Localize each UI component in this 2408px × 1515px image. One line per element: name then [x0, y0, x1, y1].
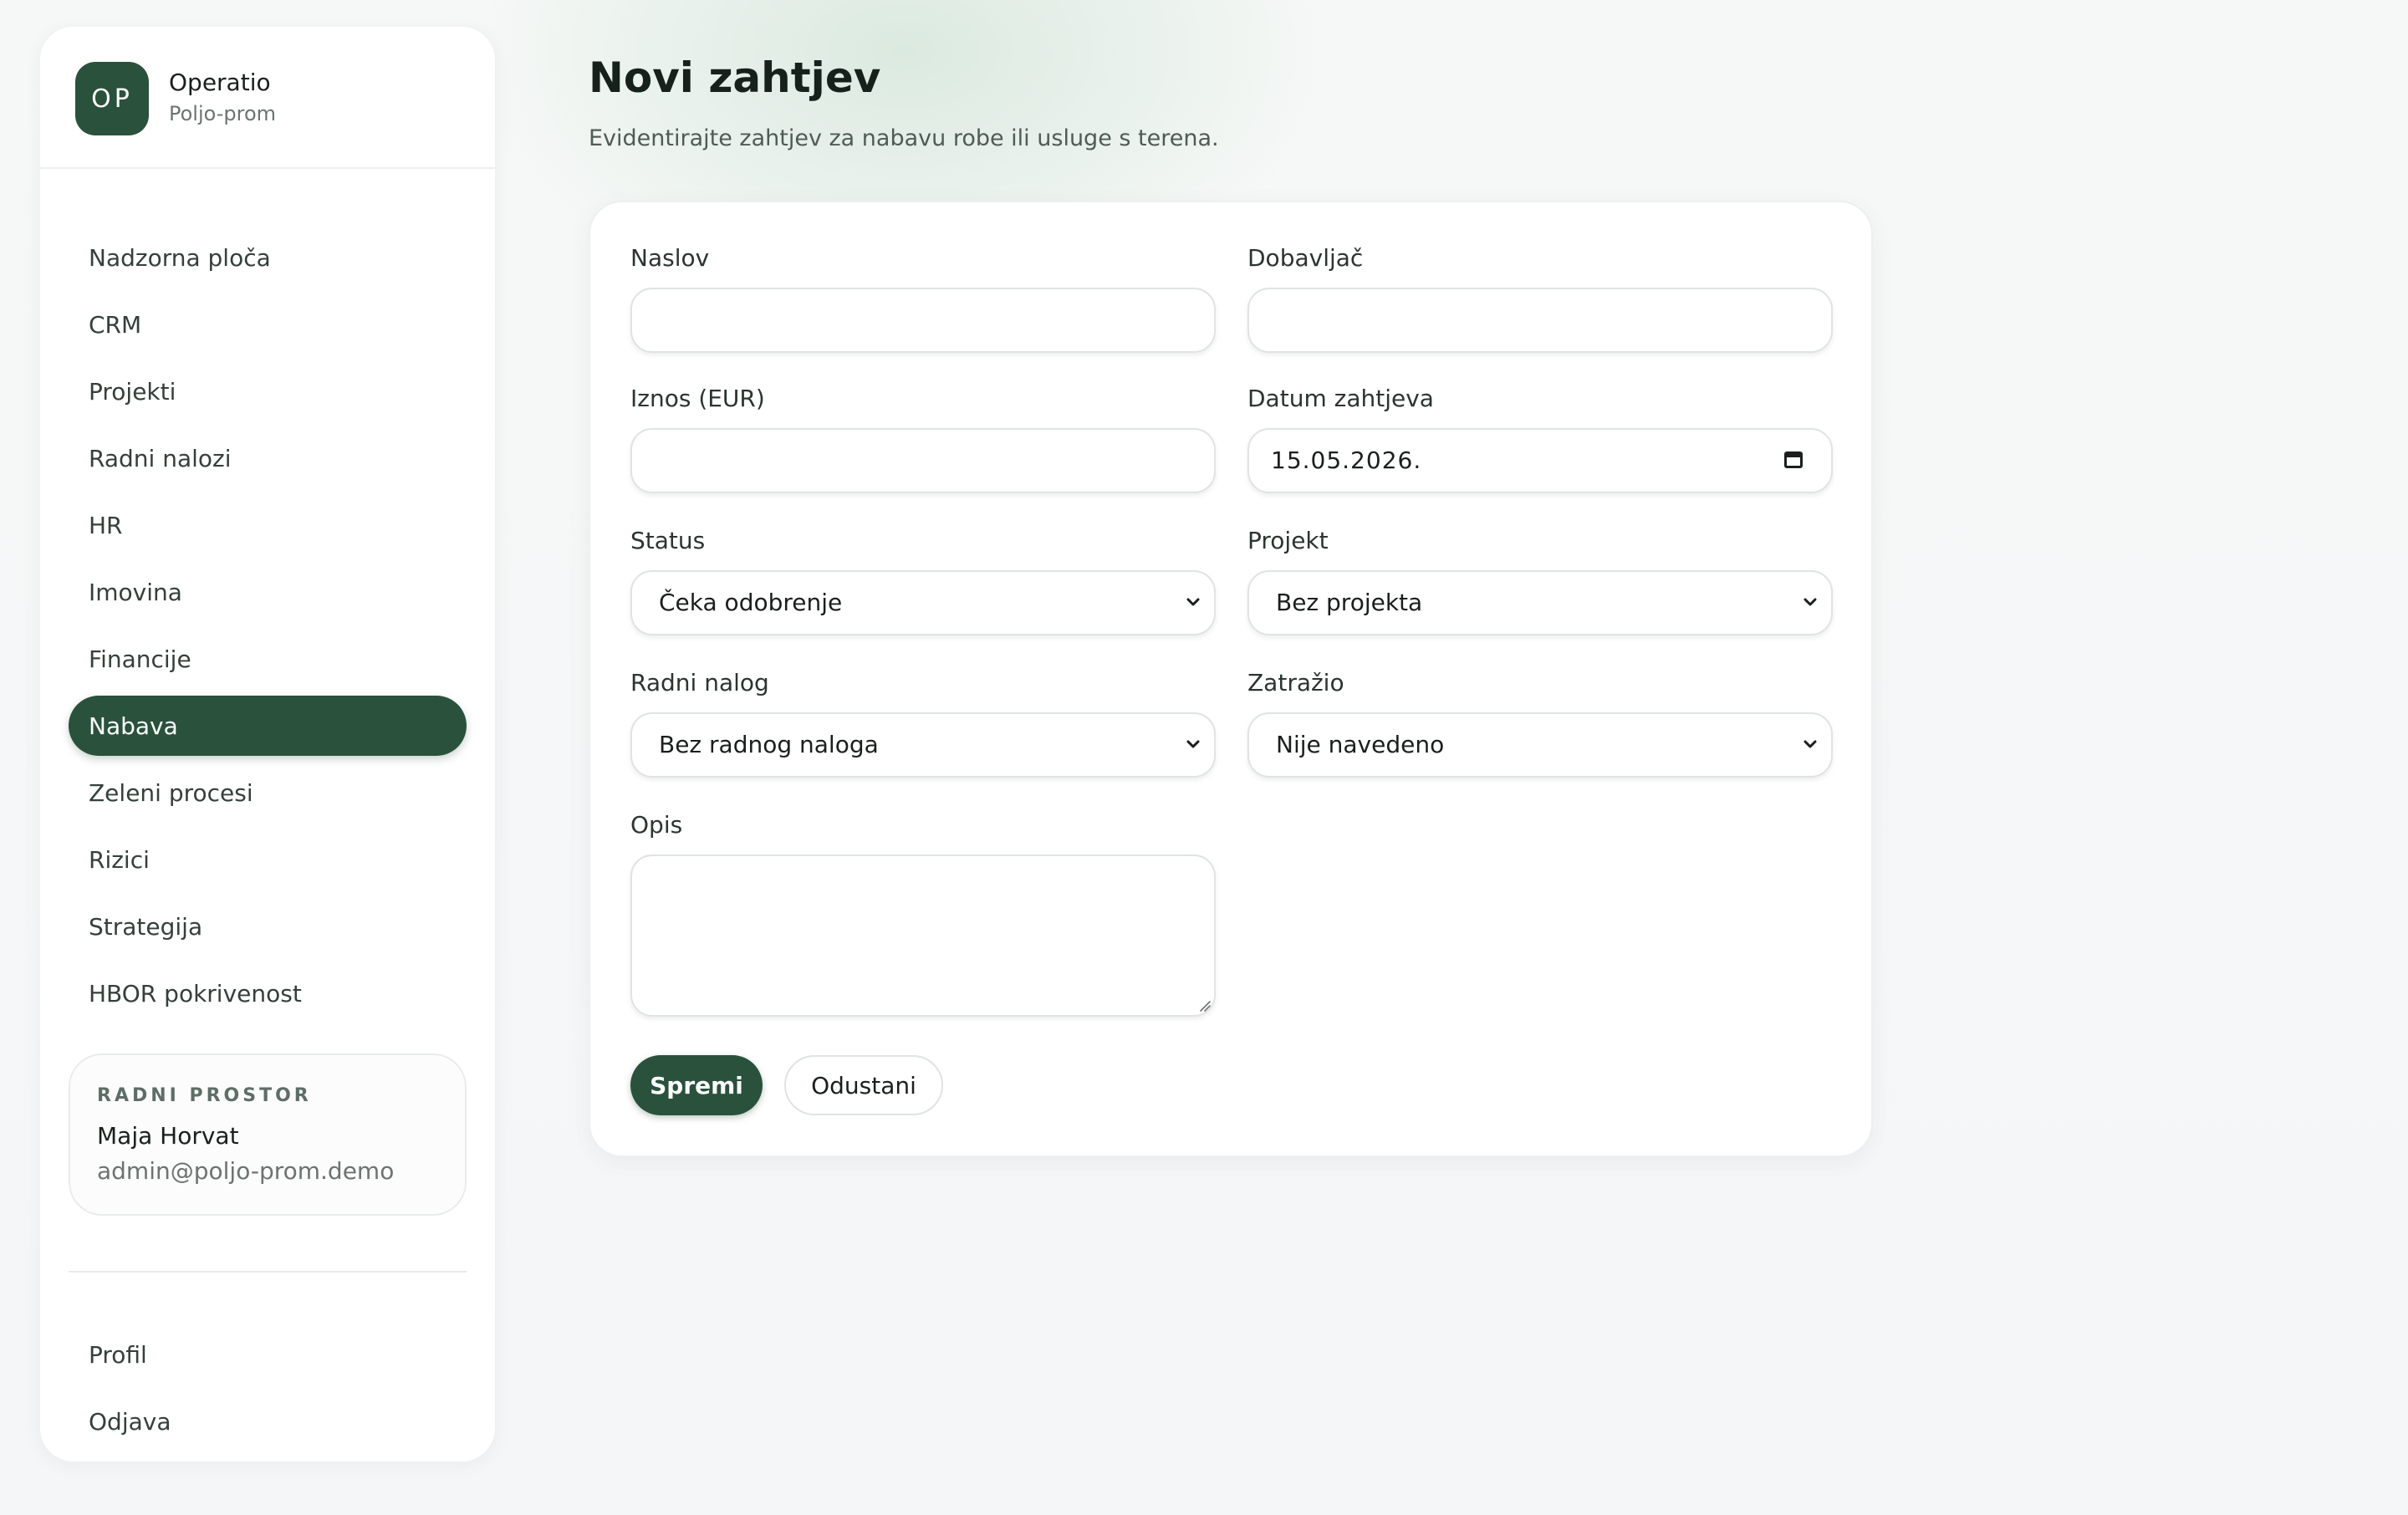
brand-logo: OP	[75, 62, 149, 135]
brand-subtitle: Poljo-prom	[169, 102, 277, 125]
sidebar-divider	[69, 1271, 467, 1273]
chevron-down-icon	[1803, 740, 1817, 748]
field-zatrazio: Zatražio Nije navedeno	[1247, 669, 1833, 778]
iznos-label: Iznos (EUR)	[630, 385, 765, 412]
chevron-down-icon	[1803, 598, 1817, 606]
field-opis: Opis	[630, 811, 1216, 1017]
sidebar-item-imovina[interactable]: Imovina	[69, 562, 467, 622]
sidebar-item-projekti[interactable]: Projekti	[69, 361, 467, 421]
field-projekt: Projekt Bez projekta	[1247, 527, 1833, 635]
field-naslov: Naslov	[630, 244, 1216, 353]
brand-header: OP Operatio Poljo-prom	[40, 27, 495, 169]
sidebar-item-financije[interactable]: Financije	[69, 629, 467, 689]
radni-nalog-select[interactable]: Bez radnog naloga	[630, 712, 1216, 778]
workspace-user-name: Maja Horvat	[97, 1122, 239, 1150]
field-dobavljac: Dobavljač	[1247, 244, 1833, 353]
cancel-button[interactable]: Odustani	[784, 1055, 943, 1115]
field-datum-zahtjeva: Datum zahtjeva 15.05.2026.	[1247, 385, 1833, 493]
chevron-down-icon	[1186, 598, 1200, 606]
opis-textarea[interactable]	[630, 854, 1216, 1017]
sidebar-item-zeleni-procesi[interactable]: Zeleni procesi	[69, 763, 467, 823]
radni-nalog-label: Radni nalog	[630, 669, 769, 696]
request-form-card: Naslov Dobavljač Iznos (EUR) Datum zahtj…	[589, 201, 1873, 1157]
save-button[interactable]: Spremi	[630, 1055, 763, 1115]
projekt-selected-value: Bez projekta	[1276, 589, 1423, 616]
dobavljac-label: Dobavljač	[1247, 244, 1364, 272]
field-iznos: Iznos (EUR)	[630, 385, 1216, 493]
brand-name: Operatio	[169, 69, 271, 96]
field-status: Status Čeka odobrenje	[630, 527, 1216, 635]
zatrazio-selected-value: Nije navedeno	[1276, 731, 1445, 758]
sidebar-footer-nav: Profil Odjava	[69, 1324, 467, 1458]
zatrazio-select[interactable]: Nije navedeno	[1247, 712, 1833, 778]
workspace-label: RADNI PROSTOR	[97, 1085, 312, 1106]
chevron-down-icon	[1186, 740, 1200, 748]
sidebar-item-nadzorna-ploca[interactable]: Nadzorna ploča	[69, 227, 467, 288]
sidebar-item-crm[interactable]: CRM	[69, 294, 467, 355]
sidebar-item-nabava[interactable]: Nabava	[69, 696, 467, 756]
sidebar-item-odjava[interactable]: Odjava	[69, 1391, 467, 1451]
datum-zahtjeva-label: Datum zahtjeva	[1247, 385, 1434, 412]
sidebar-item-hr[interactable]: HR	[69, 495, 467, 555]
iznos-input[interactable]	[630, 428, 1216, 493]
workspace-user-email: admin@poljo-prom.demo	[97, 1157, 395, 1185]
opis-label: Opis	[630, 811, 683, 839]
sidebar-item-rizici[interactable]: Rizici	[69, 829, 467, 890]
workspace-card: RADNI PROSTOR Maja Horvat admin@poljo-pr…	[69, 1053, 467, 1216]
dobavljac-input[interactable]	[1247, 288, 1833, 353]
datum-zahtjeva-input[interactable]: 15.05.2026.	[1247, 428, 1833, 493]
calendar-icon[interactable]	[1784, 451, 1803, 468]
datum-zahtjeva-value: 15.05.2026.	[1271, 446, 1422, 474]
sidebar-nav: Nadzorna ploča CRM Projekti Radni nalozi…	[69, 227, 467, 1030]
status-select[interactable]: Čeka odobrenje	[630, 570, 1216, 635]
resize-handle-icon[interactable]	[1196, 997, 1212, 1013]
zatrazio-label: Zatražio	[1247, 669, 1344, 696]
status-label: Status	[630, 527, 706, 554]
field-radni-nalog: Radni nalog Bez radnog naloga	[630, 669, 1216, 778]
sidebar-item-profil[interactable]: Profil	[69, 1324, 467, 1385]
projekt-label: Projekt	[1247, 527, 1329, 554]
page-title: Novi zahtjev	[589, 54, 881, 102]
naslov-label: Naslov	[630, 244, 710, 272]
sidebar: OP Operatio Poljo-prom Nadzorna ploča CR…	[40, 27, 495, 1461]
sidebar-item-hbor-pokrivenost[interactable]: HBOR pokrivenost	[69, 963, 467, 1023]
projekt-select[interactable]: Bez projekta	[1247, 570, 1833, 635]
status-selected-value: Čeka odobrenje	[659, 589, 843, 616]
sidebar-item-strategija[interactable]: Strategija	[69, 896, 467, 956]
sidebar-item-radni-nalozi[interactable]: Radni nalozi	[69, 428, 467, 488]
radni-nalog-selected-value: Bez radnog naloga	[659, 731, 879, 758]
naslov-input[interactable]	[630, 288, 1216, 353]
page-subtitle: Evidentirajte zahtjev za nabavu robe ili…	[589, 125, 1219, 151]
